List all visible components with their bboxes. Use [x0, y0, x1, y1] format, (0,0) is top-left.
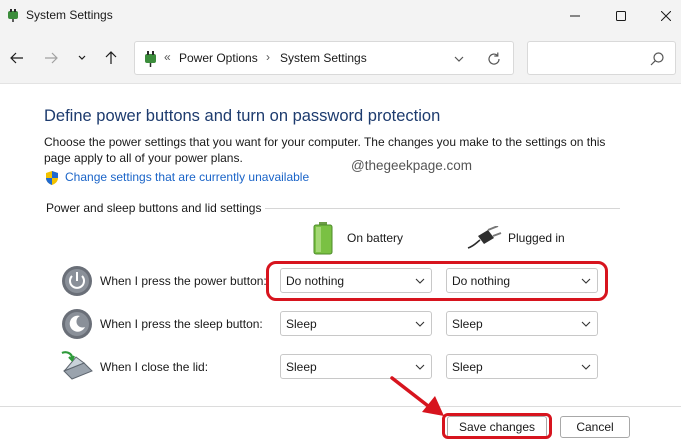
minimize-icon: [570, 15, 580, 17]
select-value: Sleep: [452, 360, 483, 374]
group-label: Power and sleep buttons and lid settings: [46, 201, 262, 215]
up-button[interactable]: [99, 46, 123, 70]
sleep-button-icon: [62, 309, 92, 339]
breadcrumb-separator: ›: [266, 50, 270, 64]
chevron-down-icon: [415, 364, 425, 370]
search-box[interactable]: [527, 41, 676, 75]
select-value: Sleep: [286, 360, 317, 374]
recent-locations-button[interactable]: [70, 46, 94, 70]
breadcrumb-power-options[interactable]: Power Options: [179, 51, 258, 65]
lid-close-plugged-in-select[interactable]: Sleep: [446, 354, 598, 379]
window-title: System Settings: [26, 8, 113, 22]
power-button-icon: [62, 266, 92, 296]
footer-divider: [0, 406, 681, 407]
maximize-button[interactable]: [598, 0, 644, 32]
refresh-icon[interactable]: [485, 50, 503, 68]
address-overflow[interactable]: «: [164, 50, 171, 64]
arrow-up-icon: [105, 51, 117, 64]
chevron-down-icon: [581, 321, 591, 327]
watermark: @thegeekpage.com: [351, 158, 473, 173]
search-icon: [650, 52, 664, 66]
page-description: Choose the power settings that you want …: [44, 135, 606, 165]
change-settings-link[interactable]: Change settings that are currently unava…: [65, 170, 309, 184]
arrow-left-icon: [10, 52, 23, 64]
sleep-button-plugged-in-select[interactable]: Sleep: [446, 311, 598, 336]
power-options-icon: [145, 51, 156, 67]
select-value: Sleep: [452, 317, 483, 331]
annotation-highlight-power-row: [266, 261, 608, 301]
title-bar: System Settings: [0, 0, 681, 32]
page-title: Define power buttons and turn on passwor…: [44, 107, 441, 125]
annotation-highlight-save: [442, 413, 552, 439]
cancel-button[interactable]: Cancel: [560, 416, 630, 438]
chevron-down-icon: [78, 55, 86, 60]
forward-button[interactable]: [39, 46, 63, 70]
arrow-right-icon: [45, 52, 58, 64]
chevron-down-icon: [415, 321, 425, 327]
back-button[interactable]: [5, 46, 29, 70]
sleep-button-on-battery-select[interactable]: Sleep: [280, 311, 432, 336]
column-plugged-in: Plugged in: [508, 231, 565, 245]
battery-icon: [313, 222, 333, 255]
minimize-button[interactable]: [552, 0, 598, 32]
power-options-app-icon: [8, 9, 18, 22]
power-button-label: When I press the power button:: [100, 274, 267, 288]
chevron-down-icon: [581, 364, 591, 370]
annotation-arrow-icon: [390, 376, 444, 416]
plug-icon: [467, 226, 502, 249]
navigation-bar: « Power Options › System Settings: [0, 32, 681, 84]
group-divider: [265, 208, 620, 209]
column-on-battery: On battery: [347, 231, 404, 245]
breadcrumb-system-settings[interactable]: System Settings: [280, 51, 367, 65]
sleep-button-label: When I press the sleep button:: [100, 317, 263, 331]
select-value: Sleep: [286, 317, 317, 331]
close-icon: [661, 11, 671, 21]
close-button[interactable]: [643, 0, 681, 32]
address-bar[interactable]: « Power Options › System Settings: [134, 41, 514, 75]
uac-shield-icon: [46, 171, 58, 185]
laptop-lid-icon: [61, 351, 93, 380]
lid-close-label: When I close the lid:: [100, 360, 209, 374]
chevron-down-icon[interactable]: [452, 52, 466, 66]
maximize-icon: [616, 11, 626, 21]
